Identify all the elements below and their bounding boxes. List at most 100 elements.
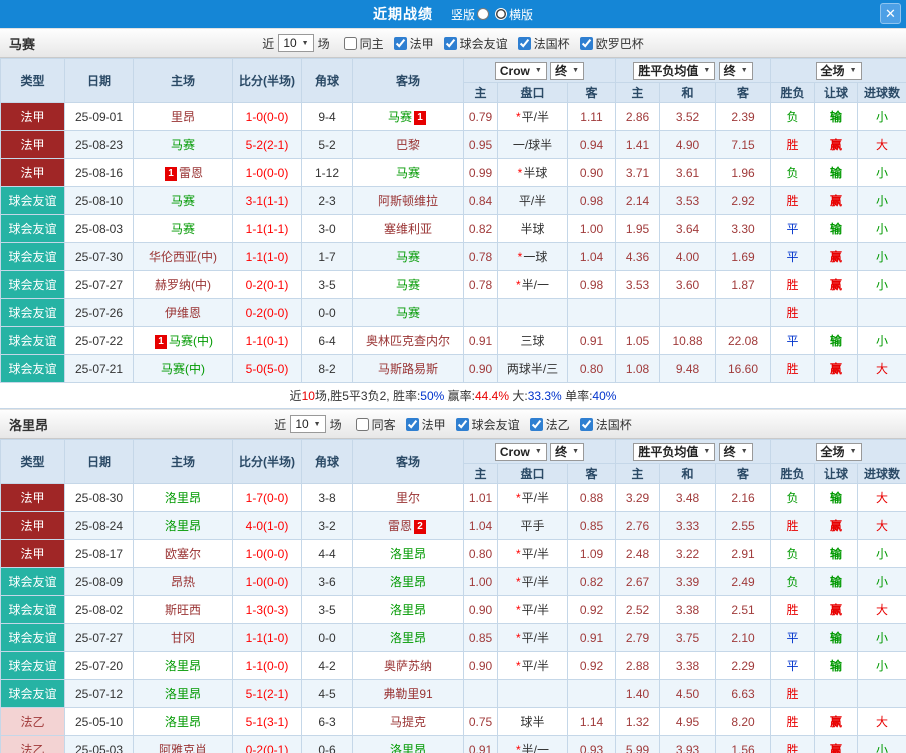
team-name-self: 洛里昂: [390, 575, 426, 589]
home-team-cell: 华伦西亚(中): [134, 243, 233, 271]
handicap-cell: *半/一: [498, 271, 568, 299]
filter-option[interactable]: 球会友谊: [444, 35, 508, 52]
avg-away-cell: 2.10: [716, 624, 771, 652]
corner-cell: 3-5: [302, 596, 353, 624]
filter-checkbox[interactable]: [444, 37, 457, 50]
match-row: 球会友谊25-08-09昂热1-0(0-0)3-6洛里昂1.00*平/半0.82…: [1, 568, 906, 596]
filter-checkbox[interactable]: [394, 37, 407, 50]
team-name-self: 洛里昂: [165, 687, 201, 701]
filter-checkbox[interactable]: [530, 418, 543, 431]
league-type-cell: 法甲: [1, 540, 65, 568]
team-name-self: 洛里昂: [165, 659, 201, 673]
favorite-star-icon: *: [516, 547, 521, 561]
filter-checkbox[interactable]: [518, 37, 531, 50]
odds-home-cell: 0.90: [464, 596, 498, 624]
odds-away-cell: 1.09: [568, 540, 616, 568]
filter-option[interactable]: 欧罗巴杯: [580, 35, 644, 52]
filter-option[interactable]: 法乙: [530, 416, 570, 433]
vertical-layout-radio[interactable]: [477, 8, 489, 20]
horizontal-layout-option[interactable]: 横版: [495, 6, 533, 23]
team-name-opponent: 华伦西亚(中): [149, 250, 217, 264]
avg-away-cell: 2.16: [716, 484, 771, 512]
league-type-cell: 法乙: [1, 708, 65, 736]
corner-cell: 3-0: [302, 215, 353, 243]
col-header-pankou: 盘口: [498, 464, 568, 484]
team-name-self: 马赛: [396, 166, 420, 180]
team-name-self: 马赛(中): [161, 362, 205, 376]
chevron-down-icon: ▼: [741, 448, 748, 455]
avg-final-dropdown[interactable]: 终▼: [719, 443, 753, 461]
col-header-avg-home: 主: [616, 83, 660, 103]
chevron-down-icon: ▼: [535, 67, 542, 74]
odds-home-cell: 0.78: [464, 271, 498, 299]
col-header-score: 比分(半场): [233, 440, 302, 484]
odds-away-cell: 0.98: [568, 271, 616, 299]
filter-option[interactable]: 法甲: [406, 416, 446, 433]
filter-checkbox[interactable]: [456, 418, 469, 431]
goals-size-cell: 大: [858, 708, 906, 736]
close-icon[interactable]: ✕: [880, 3, 901, 24]
avg-type-dropdown[interactable]: 胜平负均值▼: [633, 62, 715, 80]
corner-cell: 0-0: [302, 624, 353, 652]
match-count-dropdown[interactable]: 10▼: [278, 34, 313, 52]
horizontal-layout-radio[interactable]: [495, 8, 507, 20]
away-team-cell: 雷恩2: [353, 512, 464, 540]
match-row: 球会友谊25-07-30华伦西亚(中)1-1(1-0)1-7马赛0.78*一球1…: [1, 243, 906, 271]
avg-final-dropdown[interactable]: 终▼: [719, 62, 753, 80]
filter-option[interactable]: 同主: [344, 35, 384, 52]
avg-home-cell: 1.08: [616, 355, 660, 383]
league-type-cell: 法甲: [1, 131, 65, 159]
match-row: 法甲25-08-30洛里昂1-7(0-0)3-8里尔1.01*平/半0.883.…: [1, 484, 906, 512]
date-cell: 25-08-30: [65, 484, 134, 512]
chevron-down-icon: ▼: [314, 421, 321, 428]
handicap-result-cell: 赢: [815, 131, 858, 159]
col-header-odds-away: 客: [568, 83, 616, 103]
match-count-value: 10: [283, 37, 296, 49]
filter-checkbox[interactable]: [344, 37, 357, 50]
team-section-home: 马赛 近 10▼ 场 同主法甲球会友谊法国杯欧罗巴杯 类型 日期 主场 比分: [0, 28, 906, 409]
team-name-self: 洛里昂: [390, 547, 426, 561]
filter-checkbox[interactable]: [580, 37, 593, 50]
date-cell: 25-05-10: [65, 708, 134, 736]
result-cell: 平: [771, 243, 815, 271]
avg-away-cell: 6.63: [716, 680, 771, 708]
col-header-avg-draw: 和: [660, 464, 716, 484]
filter-checkbox[interactable]: [406, 418, 419, 431]
filter-checkbox[interactable]: [356, 418, 369, 431]
filter-option-label: 同客: [372, 416, 396, 433]
odds-source-dropdown[interactable]: Crow▼: [495, 443, 547, 461]
col-header-handicap-result: 让球: [815, 464, 858, 484]
odds-final-dropdown[interactable]: 终▼: [550, 443, 584, 461]
odds-source-dropdown[interactable]: Crow▼: [495, 62, 547, 80]
date-cell: 25-08-02: [65, 596, 134, 624]
filter-option[interactable]: 法甲: [394, 35, 434, 52]
match-row: 法甲25-08-23马赛5-2(2-1)5-2巴黎0.95一/球半0.941.4…: [1, 131, 906, 159]
odds-source-value: Crow: [500, 446, 530, 458]
filter-option[interactable]: 法国杯: [518, 35, 570, 52]
filter-checkbox[interactable]: [580, 418, 593, 431]
scope-dropdown[interactable]: 全场▼: [816, 443, 862, 461]
match-count-dropdown[interactable]: 10▼: [290, 415, 325, 433]
odds-away-cell: 0.98: [568, 187, 616, 215]
filter-option[interactable]: 球会友谊: [456, 416, 520, 433]
handicap-cell: *平/半: [498, 652, 568, 680]
handicap-cell: 一/球半: [498, 131, 568, 159]
col-header-date: 日期: [65, 59, 134, 103]
score-cell: 1-0(0-0): [233, 159, 302, 187]
filter-option[interactable]: 同客: [356, 416, 396, 433]
filter-prefix-label: 近: [262, 35, 274, 52]
goals-size-cell: 小: [858, 624, 906, 652]
date-cell: 25-08-16: [65, 159, 134, 187]
filter-option[interactable]: 法国杯: [580, 416, 632, 433]
handicap-cell: 三球: [498, 327, 568, 355]
col-header-avg-away: 客: [716, 83, 771, 103]
odds-final-dropdown[interactable]: 终▼: [550, 62, 584, 80]
avg-home-cell: 3.29: [616, 484, 660, 512]
avg-away-cell: 1.96: [716, 159, 771, 187]
result-cell: 负: [771, 103, 815, 131]
corner-cell: 3-8: [302, 484, 353, 512]
team-name-self: 马赛: [396, 306, 420, 320]
avg-type-dropdown[interactable]: 胜平负均值▼: [633, 443, 715, 461]
vertical-layout-option[interactable]: 竖版: [451, 6, 489, 23]
scope-dropdown[interactable]: 全场▼: [816, 62, 862, 80]
